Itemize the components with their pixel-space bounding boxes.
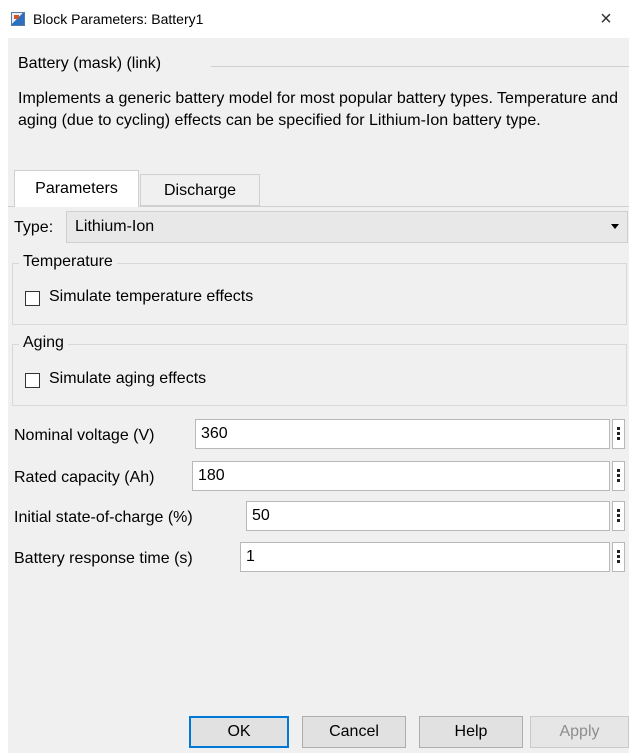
- aging-checkbox[interactable]: [25, 373, 40, 388]
- aging-checkbox-label[interactable]: Simulate aging effects: [49, 370, 206, 388]
- more-options-icon: [617, 469, 620, 484]
- mask-header: Battery (mask) (link): [8, 50, 629, 78]
- initial-soc-input[interactable]: 50: [246, 501, 610, 531]
- tab-parameters[interactable]: Parameters: [14, 170, 139, 207]
- rated-capacity-input[interactable]: 180: [192, 461, 610, 491]
- chevron-down-icon: [611, 224, 619, 229]
- temperature-checkbox-label[interactable]: Simulate temperature effects: [49, 288, 253, 306]
- close-button[interactable]: ×: [593, 6, 619, 32]
- response-time-label: Battery response time (s): [14, 550, 193, 567]
- help-button[interactable]: Help: [419, 716, 523, 748]
- nominal-voltage-label: Nominal voltage (V): [14, 427, 155, 444]
- more-options-icon: [617, 509, 620, 524]
- more-options-icon: [617, 427, 620, 442]
- temperature-legend: Temperature: [19, 253, 117, 271]
- response-time-input[interactable]: 1: [240, 542, 610, 572]
- type-label: Type:: [14, 219, 54, 236]
- temperature-checkbox[interactable]: [25, 291, 40, 306]
- tab-discharge[interactable]: Discharge: [140, 174, 260, 206]
- title-bar: Block Parameters: Battery1 ×: [0, 0, 629, 38]
- initial-soc-label: Initial state-of-charge (%): [14, 509, 193, 526]
- response-time-menu-button[interactable]: [612, 542, 625, 572]
- aging-legend: Aging: [19, 334, 68, 352]
- nominal-voltage-input[interactable]: 360: [195, 419, 610, 449]
- cancel-button[interactable]: Cancel: [302, 716, 406, 748]
- mask-title: Battery (mask) (link): [18, 55, 162, 72]
- dialog-body: Battery (mask) (link) Implements a gener…: [8, 38, 629, 753]
- aging-group: Aging Simulate aging effects: [12, 334, 627, 406]
- parameters-panel: Type: Lithium-Ion Temperature Simulate t…: [8, 206, 629, 685]
- rated-capacity-menu-button[interactable]: [612, 461, 625, 491]
- mask-description: Implements a generic battery model for m…: [18, 90, 619, 129]
- nominal-voltage-menu-button[interactable]: [612, 419, 625, 449]
- initial-soc-menu-button[interactable]: [612, 501, 625, 531]
- ok-button[interactable]: OK: [189, 716, 289, 748]
- type-selected-value: Lithium-Ion: [75, 218, 155, 235]
- type-dropdown[interactable]: Lithium-Ion: [66, 211, 628, 243]
- divider: [211, 66, 629, 67]
- more-options-icon: [617, 550, 620, 565]
- window-title: Block Parameters: Battery1: [33, 11, 204, 27]
- apply-button[interactable]: Apply: [530, 716, 629, 748]
- temperature-group: Temperature Simulate temperature effects: [12, 253, 627, 325]
- rated-capacity-label: Rated capacity (Ah): [14, 469, 155, 486]
- simulink-block-icon: [11, 12, 25, 26]
